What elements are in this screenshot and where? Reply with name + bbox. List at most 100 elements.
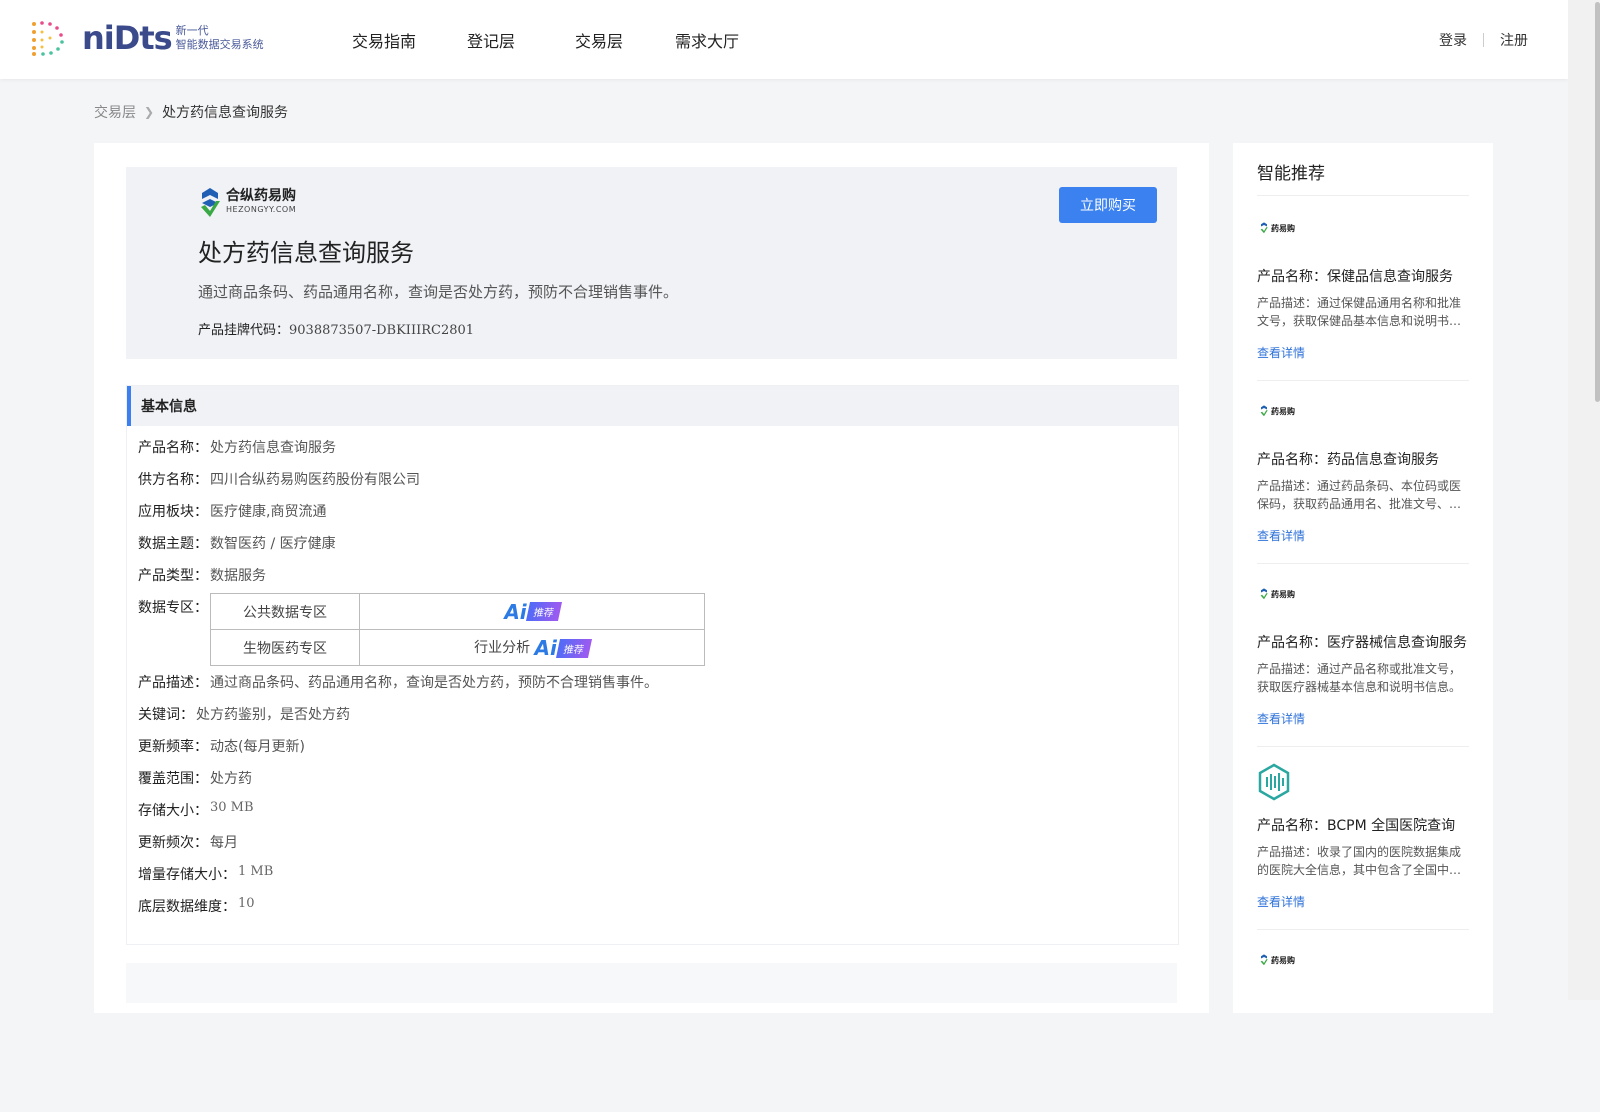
recommendation-card[interactable]: 药易购 产品名称：药品信息查询服务 产品描述：通过药品条码、本位码或医保码，获取… [1257,379,1469,564]
nav-trade-guide[interactable]: 交易指南 [352,28,467,52]
recommendation-card[interactable]: 产品名称：BCPM 全国医院查询 产品描述：收录了国内的医院数据集成的医院大全信… [1257,745,1469,930]
mini-brand-text: 药易购 [1271,223,1295,233]
field-data-dimension: 底层数据维度： 10 [138,896,255,916]
recommendation-card[interactable]: 药易购 产品名称：保健品信息查询服务 产品描述：通过保健品通用名称和批准文号，获… [1257,196,1469,381]
field-label: 产品名称： [138,440,208,456]
nav-demand-hall[interactable]: 需求大厅 [675,28,739,52]
field-incremental-storage: 增量存储大小： 1 MB [138,864,273,884]
hezong-logo-icon: 药易购 [1259,954,1295,966]
recommendation-card[interactable]: 药易购 [1257,928,1469,1112]
main-nav: 交易指南 登记层 交易层 需求大厅 [352,28,739,52]
field-value: 处方药信息查询服务 [210,440,336,456]
sidebar-title: 智能推荐 [1257,164,1325,184]
field-theme: 数据主题： 数智医药 / 医疗健康 [138,533,336,553]
field-value: 医疗健康,商贸流通 [210,504,327,520]
view-details-link[interactable]: 查看详情 [1257,710,1305,727]
zone-tag-text: 行业分析 [474,640,531,656]
ai-badge-text: Ai [504,599,527,624]
login-link[interactable]: 登录 [1439,30,1467,50]
view-details-link[interactable]: 查看详情 [1257,527,1305,544]
field-label: 增量存储大小： [138,867,236,883]
recommendation-name: 产品名称：医疗器械信息查询服务 [1257,635,1467,651]
recommendation-desc: 产品描述：通过产品名称或批准文号，获取医疗器械基本信息和说明书信息。 [1257,662,1462,694]
field-value: 数据服务 [210,568,266,584]
logo-sub-line-2: 智能数据交易系统 [175,38,264,51]
hezong-logo-icon: 药易购 [1259,405,1295,417]
field-label: 产品类型： [138,568,208,584]
field-label: 应用板块： [138,504,208,520]
basic-info-title: 基本信息 [127,386,1178,426]
field-label: 更新频率： [138,739,208,755]
field-description: 产品描述： 通过商品条码、药品通用名称，查询是否处方药，预防不合理销售事件。 [138,672,658,692]
ai-badge-label: 推荐 [525,602,562,621]
dots-logo-icon [32,21,64,56]
field-zone: 数据专区： [138,597,208,617]
field-value: 处方药鉴别，是否处方药 [196,707,350,723]
table-row: 公共数据专区 Ai 推荐 [210,593,705,630]
nav-trading-layer[interactable]: 交易层 [575,28,675,52]
field-storage-size: 存储大小： 30 MB [138,800,254,820]
ai-recommend-badge: Ai 推荐 [534,636,592,660]
field-value: 30 MB [210,800,254,815]
recommendation-sidebar: 智能推荐 药易购 产品名称：保健品信息查询服务 产品描述：通过保健品通用名称和批… [1233,143,1493,1013]
nav-registration-layer[interactable]: 登记层 [467,28,575,52]
recommendation-desc: 产品描述：收录了国内的医院数据集成的医院大全信息，其中包含了全国中医院等信息。 [1257,845,1462,877]
field-label: 关键词： [138,707,194,723]
field-label: 覆盖范围： [138,771,208,787]
zone-tag: Ai 推荐 [359,593,705,630]
recommendation-desc: 产品描述：通过保健品通用名称和批准文号，获取保健品基本信息和说明书信息。 [1257,296,1462,328]
view-details-link[interactable]: 查看详情 [1257,893,1305,910]
mini-brand-text: 药易购 [1271,955,1295,965]
register-link[interactable]: 注册 [1500,30,1528,50]
field-type: 产品类型： 数据服务 [138,565,266,585]
field-label: 供方名称： [138,472,208,488]
breadcrumb-current: 处方药信息查询服务 [162,105,289,121]
recommendation-name: 产品名称：保健品信息查询服务 [1257,269,1453,285]
ai-badge-text: Ai [534,636,557,660]
top-header: niDts 新一代 智能数据交易系统 交易指南 登记层 交易层 需求大厅 登录 … [0,0,1568,79]
recommendation-desc: 产品描述：通过药品条码、本位码或医保码，获取药品通用名、批准文号、生产企业等信息… [1257,479,1462,511]
site-logo[interactable]: niDts 新一代 智能数据交易系统 [28,18,264,58]
field-update-times: 更新频次： 每月 [138,832,238,852]
recommendation-card[interactable]: 药易购 产品名称：医疗器械信息查询服务 产品描述：通过产品名称或批准文号，获取医… [1257,562,1469,747]
ai-badge-label: 推荐 [555,638,592,658]
field-value: 10 [238,896,255,911]
product-hero: 合纵药易购 HEZONGYY.COM 处方药信息查询服务 通过商品条码、药品通用… [126,167,1177,359]
buy-now-button[interactable]: 立即购买 [1059,187,1157,223]
field-sector: 应用板块： 医疗健康,商贸流通 [138,501,326,521]
field-value: 数智医药 / 医疗健康 [210,536,336,552]
field-label: 数据主题： [138,536,208,552]
breadcrumb: 交易层 ❯ 处方药信息查询服务 [94,102,288,122]
zone-name: 公共数据专区 [210,593,360,630]
logo-sub-line-1: 新一代 [175,24,209,37]
field-supplier: 供方名称： 四川合纵药易购医药股份有限公司 [138,469,420,489]
field-label: 更新频次： [138,835,208,851]
basic-info-section: 基本信息 产品名称： 处方药信息查询服务 供方名称： 四川合纵药易购医药股份有限… [126,385,1179,945]
brand-name-cn: 合纵药易购 [226,188,296,204]
brand-name-en: HEZONGYY.COM [226,205,297,214]
field-value: 通过商品条码、药品通用名称，查询是否处方药，预防不合理销售事件。 [210,675,658,691]
field-label: 存储大小： [138,803,208,819]
hezong-logo-icon [201,188,220,217]
logo-subtitle: 新一代 智能数据交易系统 [176,24,264,52]
auth-divider [1483,33,1484,47]
view-details-link[interactable]: 查看详情 [1257,344,1305,361]
auth-links: 登录 注册 [1439,30,1528,50]
field-label: 底层数据维度： [138,899,236,915]
field-value: 1 MB [238,864,274,879]
field-value: 每月 [210,835,238,851]
listing-code-label: 产品挂牌代码： [198,323,290,338]
hezong-logo-icon: 药易购 [1259,222,1295,234]
data-zone-table: 公共数据专区 Ai 推荐 生物医药专区 行业分析 Ai 推荐 [210,593,705,666]
field-label: 产品描述： [138,675,208,691]
product-summary: 通过商品条码、药品通用名称，查询是否处方药，预防不合理销售事件。 [198,283,679,301]
zone-name: 生物医药专区 [210,629,360,666]
hezong-logo-icon: 药易购 [1259,588,1295,600]
page-scrollbar[interactable] [1568,0,1600,1000]
mini-brand-text: 药易购 [1271,406,1295,416]
table-row: 生物医药专区 行业分析 Ai 推荐 [210,629,705,666]
product-title: 处方药信息查询服务 [198,239,414,267]
next-section-placeholder [126,963,1177,1003]
breadcrumb-trading-layer[interactable]: 交易层 [94,102,136,122]
scrollbar-thumb[interactable] [1595,2,1600,402]
